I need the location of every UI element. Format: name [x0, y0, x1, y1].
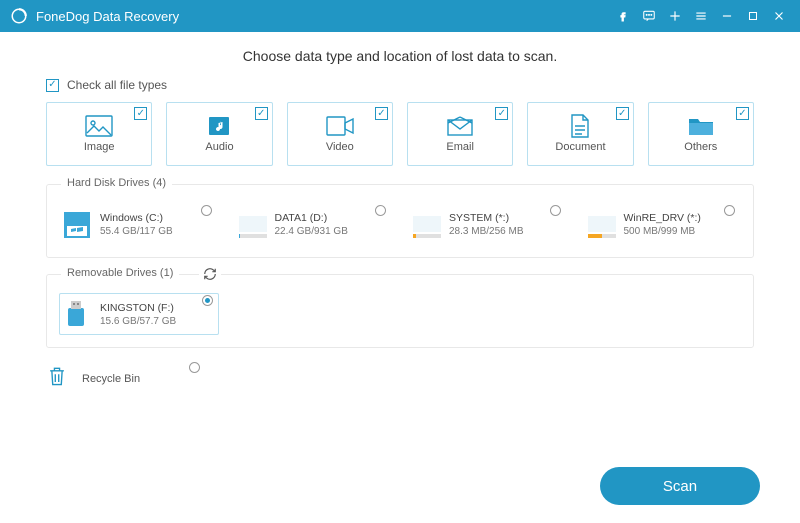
- app-title: FoneDog Data Recovery: [36, 9, 610, 24]
- folder-icon: [686, 115, 716, 137]
- type-card-folder[interactable]: Others: [648, 102, 754, 166]
- drive-icon: [239, 210, 267, 238]
- removable-drives-section: Removable Drives (1) KINGSTON (F:)15.6 G…: [46, 274, 754, 348]
- type-label: Video: [326, 141, 354, 153]
- drive-name: DATA1 (D:): [275, 212, 348, 224]
- drive-radio[interactable]: [375, 205, 386, 216]
- drive-size: 22.4 GB/931 GB: [275, 226, 348, 237]
- drive-icon: [413, 210, 441, 238]
- hard-drives-title: Hard Disk Drives (4): [61, 177, 172, 189]
- type-label: Document: [555, 141, 605, 153]
- recycle-bin-radio[interactable]: [189, 362, 200, 373]
- app-logo-icon: [10, 7, 28, 25]
- titlebar: FoneDog Data Recovery: [0, 0, 800, 32]
- file-types-row: Image Audio Video Email Document Others: [46, 102, 754, 166]
- type-label: Others: [684, 141, 717, 153]
- hard-drives-section: Hard Disk Drives (4) Windows (C:)55.4 GB…: [46, 184, 754, 258]
- scan-button[interactable]: Scan: [600, 467, 760, 505]
- recycle-bin-row[interactable]: Recycle Bin: [46, 364, 206, 393]
- type-label: Email: [446, 141, 474, 153]
- email-icon: [445, 115, 475, 137]
- image-icon: [84, 115, 114, 137]
- minimize-icon[interactable]: [714, 3, 740, 29]
- drive-slot[interactable]: Windows (C:) 55.4 GB/117 GB: [59, 203, 218, 245]
- add-icon[interactable]: [662, 3, 688, 29]
- type-checkbox[interactable]: [255, 107, 268, 120]
- drive-name: KINGSTON (F:): [100, 302, 176, 314]
- drive-card[interactable]: Windows (C:) 55.4 GB/117 GB: [59, 203, 218, 245]
- audio-icon: [204, 115, 234, 137]
- drive-card[interactable]: KINGSTON (F:) 15.6 GB/57.7 GB: [59, 293, 219, 335]
- drive-icon: [64, 300, 92, 328]
- maximize-icon[interactable]: [740, 3, 766, 29]
- feedback-icon[interactable]: [636, 3, 662, 29]
- trash-icon: [46, 364, 68, 393]
- drive-slot[interactable]: WinRE_DRV (*:) 500 MB/999 MB: [583, 203, 742, 245]
- drive-card[interactable]: SYSTEM (*:) 28.3 MB/256 MB: [408, 203, 567, 245]
- removable-drives-title: Removable Drives (1): [61, 267, 179, 279]
- type-card-audio[interactable]: Audio: [166, 102, 272, 166]
- refresh-icon[interactable]: [199, 267, 221, 286]
- drive-radio[interactable]: [724, 205, 735, 216]
- drive-size: 15.6 GB/57.7 GB: [100, 316, 176, 327]
- check-all-label: Check all file types: [67, 78, 167, 92]
- type-card-email[interactable]: Email: [407, 102, 513, 166]
- check-all-row[interactable]: Check all file types: [46, 78, 754, 92]
- type-checkbox[interactable]: [134, 107, 147, 120]
- facebook-icon[interactable]: [610, 3, 636, 29]
- recycle-bin-label: Recycle Bin: [82, 373, 140, 385]
- drive-icon: [588, 210, 616, 238]
- drive-name: Windows (C:): [100, 212, 173, 224]
- removable-drives-list: KINGSTON (F:) 15.6 GB/57.7 GB: [59, 293, 741, 335]
- check-all-checkbox[interactable]: [46, 79, 59, 92]
- type-checkbox[interactable]: [736, 107, 749, 120]
- type-checkbox[interactable]: [375, 107, 388, 120]
- type-checkbox[interactable]: [495, 107, 508, 120]
- drive-size: 500 MB/999 MB: [624, 226, 701, 237]
- drive-name: SYSTEM (*:): [449, 212, 523, 224]
- type-card-video[interactable]: Video: [287, 102, 393, 166]
- type-card-document[interactable]: Document: [527, 102, 633, 166]
- video-icon: [325, 115, 355, 137]
- type-label: Audio: [205, 141, 233, 153]
- drive-card[interactable]: WinRE_DRV (*:) 500 MB/999 MB: [583, 203, 742, 245]
- drive-name: WinRE_DRV (*:): [624, 212, 701, 224]
- hard-drives-list: Windows (C:) 55.4 GB/117 GB DATA1 (D:) 22.4…: [59, 203, 741, 245]
- drive-slot[interactable]: SYSTEM (*:) 28.3 MB/256 MB: [408, 203, 567, 245]
- document-icon: [565, 115, 595, 137]
- drive-radio[interactable]: [201, 205, 212, 216]
- close-icon[interactable]: [766, 3, 792, 29]
- type-checkbox[interactable]: [616, 107, 629, 120]
- drive-icon: [64, 210, 92, 238]
- type-label: Image: [84, 141, 115, 153]
- drive-radio[interactable]: [550, 205, 561, 216]
- drive-radio[interactable]: [202, 295, 213, 306]
- menu-icon[interactable]: [688, 3, 714, 29]
- type-card-image[interactable]: Image: [46, 102, 152, 166]
- drive-slot[interactable]: KINGSTON (F:) 15.6 GB/57.7 GB: [59, 293, 219, 335]
- drive-size: 28.3 MB/256 MB: [449, 226, 523, 237]
- drive-size: 55.4 GB/117 GB: [100, 226, 173, 237]
- page-heading: Choose data type and location of lost da…: [46, 48, 754, 64]
- drive-card[interactable]: DATA1 (D:) 22.4 GB/931 GB: [234, 203, 393, 245]
- drive-slot[interactable]: DATA1 (D:) 22.4 GB/931 GB: [234, 203, 393, 245]
